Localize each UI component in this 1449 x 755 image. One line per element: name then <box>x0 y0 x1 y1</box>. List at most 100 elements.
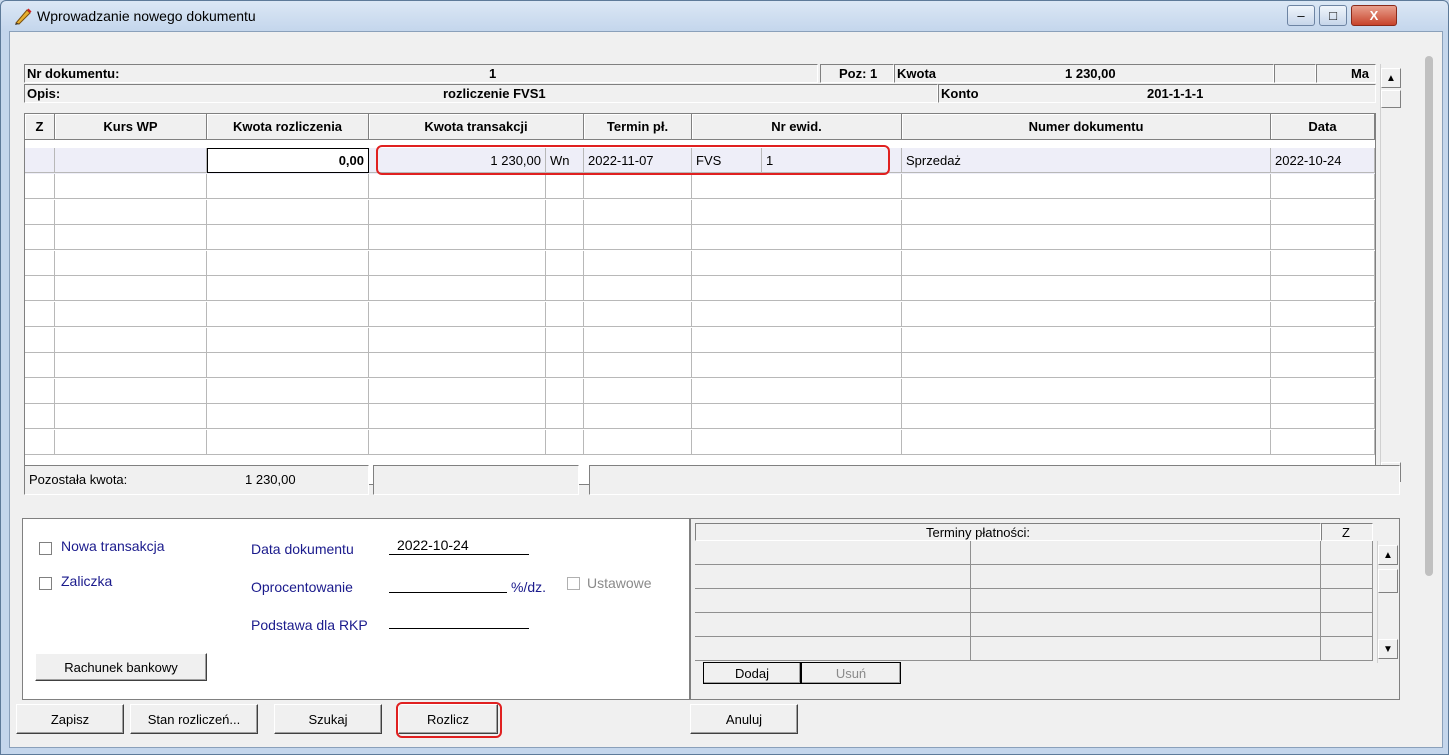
table-cell[interactable] <box>55 404 207 430</box>
table-cell[interactable] <box>1271 404 1375 430</box>
table-cell[interactable] <box>546 353 584 379</box>
table-row[interactable] <box>25 378 1375 405</box>
maximize-button[interactable]: □ <box>1319 5 1347 26</box>
table-cell[interactable] <box>546 174 584 199</box>
table-cell[interactable] <box>692 276 902 302</box>
terminy-cell[interactable] <box>971 637 1321 661</box>
table-cell[interactable] <box>902 404 1271 430</box>
table-cell[interactable] <box>692 225 902 251</box>
table-row[interactable] <box>25 250 1375 277</box>
terminy-cell[interactable] <box>1321 565 1373 589</box>
terminy-scroll-up-icon[interactable]: ▲ <box>1378 545 1398 565</box>
table-cell[interactable] <box>902 174 1271 199</box>
table-cell[interactable] <box>1271 327 1375 353</box>
table-cell[interactable] <box>902 353 1271 379</box>
terminy-cell[interactable] <box>695 541 971 565</box>
table-cell[interactable] <box>207 353 369 379</box>
table-cell[interactable] <box>25 199 55 225</box>
table-cell[interactable] <box>692 430 902 455</box>
table-cell[interactable] <box>55 430 207 455</box>
zapisz-button[interactable]: Zapisz <box>16 704 124 734</box>
table-cell[interactable] <box>692 174 902 199</box>
terminy-cell[interactable] <box>695 613 971 637</box>
table-cell[interactable] <box>207 430 369 455</box>
terminy-scroll-thumb[interactable] <box>1378 569 1398 593</box>
col-kwota-transakcji[interactable]: Kwota transakcji <box>369 114 584 140</box>
ustawowe-label[interactable]: Ustawowe <box>587 575 652 591</box>
table-cell[interactable] <box>207 404 369 430</box>
table-cell[interactable] <box>584 225 692 251</box>
terminy-cell[interactable] <box>695 589 971 613</box>
table-cell[interactable] <box>55 225 207 251</box>
table-row[interactable] <box>25 327 1375 354</box>
table-cell[interactable] <box>369 302 546 327</box>
table-cell[interactable] <box>25 378 55 404</box>
terminy-scrollbar[interactable]: ▲ ▼ <box>1377 541 1398 663</box>
table-cell[interactable] <box>25 250 55 276</box>
terminy-cell[interactable] <box>1321 589 1373 613</box>
table-cell[interactable] <box>207 276 369 302</box>
scroll-thumb[interactable] <box>1381 90 1401 108</box>
zaliczka-label[interactable]: Zaliczka <box>61 573 112 589</box>
table-cell[interactable] <box>1271 302 1375 327</box>
minimize-button[interactable]: – <box>1287 5 1315 26</box>
table-cell[interactable] <box>207 302 369 327</box>
table-row[interactable] <box>25 199 1375 226</box>
table-cell[interactable] <box>25 174 55 199</box>
table-cell[interactable] <box>546 225 584 251</box>
table-cell[interactable] <box>55 353 207 379</box>
cell-kwota-rozliczenia[interactable]: 0,00 <box>207 148 369 173</box>
table-cell[interactable] <box>584 199 692 225</box>
table-cell[interactable] <box>546 430 584 455</box>
table-cell[interactable] <box>25 225 55 251</box>
ustawowe-checkbox[interactable] <box>567 577 580 590</box>
szukaj-button[interactable]: Szukaj <box>274 704 382 734</box>
table-cell[interactable] <box>369 404 546 430</box>
window-scrollbar[interactable] <box>1420 44 1436 694</box>
rachunek-bankowy-button[interactable]: Rachunek bankowy <box>35 653 207 681</box>
close-button[interactable]: X <box>1351 5 1397 26</box>
table-cell[interactable] <box>546 199 584 225</box>
table-cell[interactable] <box>902 302 1271 327</box>
table-cell[interactable] <box>584 430 692 455</box>
terminy-cell[interactable] <box>971 565 1321 589</box>
terminy-scroll-down-icon[interactable]: ▼ <box>1378 639 1398 659</box>
nowa-transakcja-label[interactable]: Nowa transakcja <box>61 538 165 554</box>
table-cell[interactable] <box>1271 225 1375 251</box>
table-cell[interactable] <box>207 199 369 225</box>
table-cell[interactable] <box>584 276 692 302</box>
table-cell[interactable] <box>207 174 369 199</box>
stan-rozliczen-button[interactable]: Stan rozliczeń... <box>130 704 258 734</box>
terminy-cell[interactable] <box>971 589 1321 613</box>
table-cell[interactable] <box>207 225 369 251</box>
terminy-cell[interactable] <box>971 541 1321 565</box>
cell-z[interactable] <box>25 148 55 173</box>
terminy-cell[interactable] <box>971 613 1321 637</box>
table-cell[interactable] <box>369 353 546 379</box>
table-cell[interactable] <box>692 199 902 225</box>
table-cell[interactable] <box>584 302 692 327</box>
table-cell[interactable] <box>584 353 692 379</box>
cell-kurs-wp[interactable] <box>55 148 207 173</box>
table-cell[interactable] <box>25 430 55 455</box>
table-cell[interactable] <box>25 353 55 379</box>
podstawa-input[interactable] <box>389 611 529 629</box>
table-cell[interactable] <box>55 174 207 199</box>
table-cell[interactable] <box>584 250 692 276</box>
table-cell[interactable] <box>369 225 546 251</box>
col-nr-ewid[interactable]: Nr ewid. <box>692 114 902 140</box>
table-cell[interactable] <box>546 302 584 327</box>
table-cell[interactable] <box>692 327 902 353</box>
terminy-cell[interactable] <box>1321 613 1373 637</box>
col-kwota-rozliczenia[interactable]: Kwota rozliczenia <box>207 114 369 140</box>
table-row[interactable] <box>25 404 1375 430</box>
table-cell[interactable] <box>902 276 1271 302</box>
table-cell[interactable] <box>369 174 546 199</box>
table-cell[interactable] <box>546 404 584 430</box>
table-cell[interactable] <box>1271 430 1375 455</box>
col-kurs-wp[interactable]: Kurs WP <box>55 114 207 140</box>
table-cell[interactable] <box>369 378 546 404</box>
table-cell[interactable] <box>369 250 546 276</box>
table-cell[interactable] <box>207 250 369 276</box>
terminy-cell[interactable] <box>695 565 971 589</box>
